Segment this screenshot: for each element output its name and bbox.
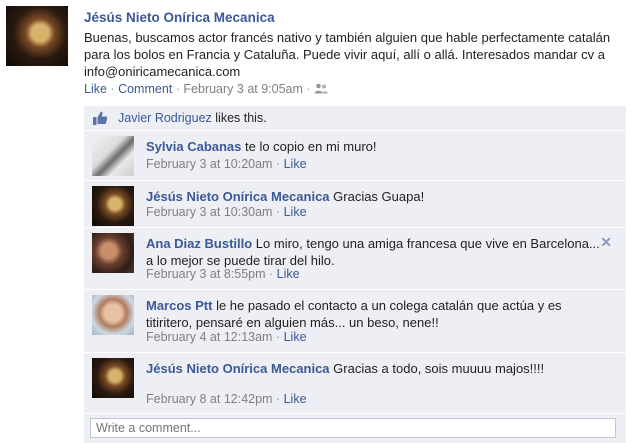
- comment-timestamp[interactable]: February 3 at 10:20am: [146, 157, 272, 171]
- comment-meta: February 3 at 10:30am · Like: [146, 205, 307, 219]
- comment-like-link[interactable]: Like: [277, 267, 300, 281]
- thumbs-up-icon: [93, 111, 108, 125]
- comment-text: Jésús Nieto Onírica Mecanica Gracias a t…: [146, 360, 606, 377]
- separator-dot: ·: [275, 392, 281, 406]
- commenter-avatar[interactable]: [92, 186, 134, 226]
- post-comment-link[interactable]: Comment: [118, 82, 172, 96]
- write-comment-area: [84, 414, 626, 443]
- commenter-avatar[interactable]: [92, 136, 134, 176]
- comment-meta: February 8 at 12:42pm · Like: [146, 392, 307, 406]
- comment-timestamp[interactable]: February 8 at 12:42pm: [146, 392, 272, 406]
- commenter-name[interactable]: Jésús Nieto Onírica Mecanica: [146, 189, 330, 204]
- comment-like-link[interactable]: Like: [284, 330, 307, 344]
- commenter-name[interactable]: Jésús Nieto Onírica Mecanica: [146, 361, 330, 376]
- comment-text: Ana Diaz Bustillo Lo miro, tengo una ami…: [146, 235, 606, 269]
- commenter-avatar[interactable]: [92, 233, 134, 273]
- comment-body: Gracias Guapa!: [329, 189, 425, 204]
- likes-suffix: likes this.: [211, 111, 267, 125]
- commenter-avatar[interactable]: [92, 358, 134, 398]
- comment-text: Jésús Nieto Onírica Mecanica Gracias Gua…: [146, 188, 606, 205]
- comment-like-link[interactable]: Like: [284, 392, 307, 406]
- liker-text: Javier Rodriguez likes this.: [118, 111, 267, 125]
- comment-text: Sylvia Cabanas te lo copio en mi muro!: [146, 138, 606, 155]
- remove-comment-icon[interactable]: ✕: [600, 234, 612, 251]
- comment-item: Sylvia Cabanas te lo copio en mi muro! F…: [84, 131, 626, 181]
- post-author-avatar[interactable]: [6, 6, 68, 66]
- friends-icon[interactable]: [314, 83, 328, 94]
- comment-like-link[interactable]: Like: [284, 205, 307, 219]
- comment-item: Marcos Ptt le he pasado el contacto a un…: [84, 290, 626, 353]
- comment-body: Gracias a todo, sois muuuu majos!!!!: [329, 361, 545, 376]
- post-meta: Like · Comment · February 3 at 9:05am ·: [84, 82, 328, 96]
- comment-body: te lo copio en mi muro!: [241, 139, 377, 154]
- comment-item: Jésús Nieto Onírica Mecanica Gracias Gua…: [84, 181, 626, 228]
- commenter-name[interactable]: Ana Diaz Bustillo: [146, 236, 252, 251]
- likes-summary: Javier Rodriguez likes this.: [84, 106, 626, 131]
- post-like-link[interactable]: Like: [84, 82, 107, 96]
- separator-dot: ·: [306, 82, 311, 96]
- separator-dot: ·: [275, 157, 281, 171]
- post-author-name[interactable]: Jésús Nieto Onírica Mecanica: [84, 10, 275, 25]
- comment-timestamp[interactable]: February 4 at 12:13am: [146, 330, 272, 344]
- comment-meta: February 3 at 8:55pm · Like: [146, 267, 300, 281]
- separator-dot: ·: [269, 267, 274, 281]
- post-text: Buenas, buscamos actor francés nativo y …: [84, 30, 611, 79]
- comment-meta: February 4 at 12:13am · Like: [146, 330, 307, 344]
- comment-like-link[interactable]: Like: [284, 157, 307, 171]
- liker-name[interactable]: Javier Rodriguez: [118, 111, 212, 125]
- comment-meta: February 3 at 10:20am · Like: [146, 157, 307, 171]
- commenter-name[interactable]: Sylvia Cabanas: [146, 139, 241, 154]
- comment-timestamp[interactable]: February 3 at 10:30am: [146, 205, 272, 219]
- separator-dot: ·: [275, 330, 281, 344]
- comment-item: Jésús Nieto Onírica Mecanica Gracias a t…: [84, 353, 626, 414]
- comment-text: Marcos Ptt le he pasado el contacto a un…: [146, 297, 606, 331]
- separator-dot: ·: [275, 205, 281, 219]
- post-timestamp[interactable]: February 3 at 9:05am: [183, 82, 303, 96]
- separator-dot: ·: [110, 82, 115, 96]
- comment-timestamp[interactable]: February 3 at 8:55pm: [146, 267, 266, 281]
- commenter-name[interactable]: Marcos Ptt: [146, 298, 212, 313]
- comment-item: Ana Diaz Bustillo Lo miro, tengo una ami…: [84, 228, 626, 290]
- separator-dot: ·: [175, 82, 180, 96]
- commenter-avatar[interactable]: [92, 295, 134, 335]
- write-comment-input[interactable]: [90, 418, 616, 438]
